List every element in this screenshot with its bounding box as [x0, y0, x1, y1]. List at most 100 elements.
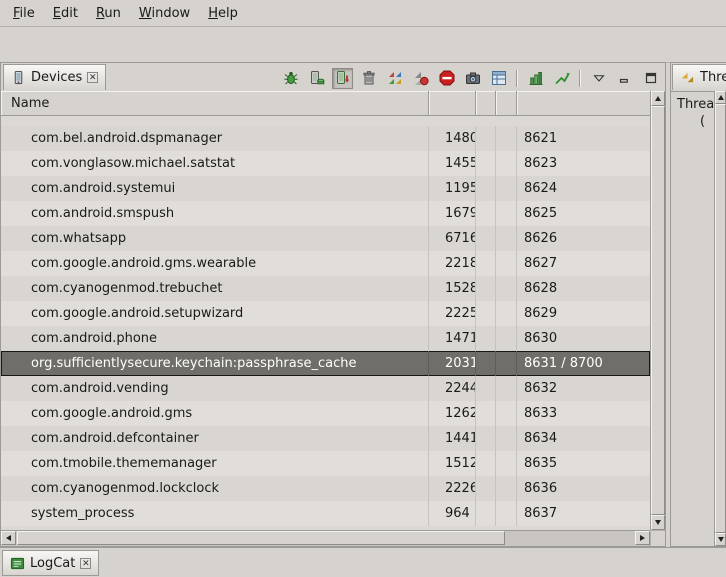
process-row[interactable]: org.sufficientlysecure.keychain:passphra…: [1, 351, 650, 376]
debug-process-icon[interactable]: [280, 68, 301, 89]
process-name: com.google.android.gms: [1, 401, 429, 426]
process-name: com.cyanogenmod.trebuchet: [1, 276, 429, 301]
process-row[interactable]: com.whatsapp 6716 8626: [1, 226, 650, 251]
column-header-port[interactable]: [517, 91, 650, 115]
empty-cell: [476, 501, 496, 526]
logcat-bar: LogCat: [0, 547, 726, 577]
vertical-scrollbar[interactable]: [650, 91, 665, 530]
process-port: 8628: [517, 276, 650, 301]
opengl-trace-icon[interactable]: [551, 68, 572, 89]
process-port: 8624: [517, 176, 650, 201]
empty-cell: [496, 276, 517, 301]
process-row[interactable]: com.google.android.gms 12623 8633: [1, 401, 650, 426]
process-row[interactable]: com.google.android.gms.wearable 22185 86…: [1, 251, 650, 276]
menu-item[interactable]: Help: [199, 2, 247, 25]
threads-vertical-scrollbar[interactable]: [714, 91, 726, 546]
scroll-down-icon[interactable]: [715, 533, 726, 546]
scroll-down-icon[interactable]: [651, 515, 665, 530]
column-header-pid[interactable]: [429, 91, 476, 115]
process-row[interactable]: com.android.phone 1471 8630: [1, 326, 650, 351]
empty-cell: [476, 251, 496, 276]
view-hierarchy-icon[interactable]: [488, 68, 509, 89]
empty-cell: [476, 151, 496, 176]
threads-message-line1: Thread up: [677, 97, 714, 112]
empty-cell: [496, 476, 517, 501]
process-port: 8636: [517, 476, 650, 501]
menu-item[interactable]: Run: [87, 2, 130, 25]
horizontal-scrollbar[interactable]: [1, 530, 650, 546]
tab-threads[interactable]: Threads: [672, 64, 726, 90]
empty-cell: [476, 301, 496, 326]
process-name: com.bel.android.dspmanager: [1, 126, 429, 151]
process-row[interactable]: com.vonglasow.michael.satstat 14553 8623: [1, 151, 650, 176]
scroll-up-icon[interactable]: [651, 91, 665, 106]
screen-capture-icon[interactable]: [462, 68, 483, 89]
process-row[interactable]: com.google.android.setupwizard 22250 862…: [1, 301, 650, 326]
menu-bar: FileEditRunWindowHelp: [0, 0, 726, 27]
process-row[interactable]: com.android.systemui 1195 8624: [1, 176, 650, 201]
empty-cell: [496, 351, 517, 376]
stop-process-icon[interactable]: [436, 68, 457, 89]
process-port: 8630: [517, 326, 650, 351]
process-name: com.android.vending: [1, 376, 429, 401]
horizontal-scroll-thumb[interactable]: [17, 531, 505, 545]
process-row[interactable]: system_process 964 8637: [1, 501, 650, 526]
vertical-scroll-thumb[interactable]: [651, 106, 665, 515]
menu-item[interactable]: Window: [130, 2, 199, 25]
column-header-empty[interactable]: [476, 91, 496, 115]
scroll-left-icon[interactable]: [1, 531, 16, 545]
close-icon[interactable]: [87, 72, 98, 83]
process-row[interactable]: com.android.defcontainer 14411 8634: [1, 426, 650, 451]
process-port: 8632: [517, 376, 650, 401]
tab-devices[interactable]: Devices: [3, 64, 106, 90]
table-header: Name: [1, 91, 650, 116]
tab-devices-label: Devices: [31, 70, 82, 85]
process-pid: 6716: [429, 226, 476, 251]
tab-threads-label: Threads: [700, 70, 726, 85]
menu-item[interactable]: File: [4, 2, 44, 25]
process-name: com.vonglasow.michael.satstat: [1, 151, 429, 176]
view-menu-icon[interactable]: [588, 68, 609, 89]
scrollbar-corner: [650, 530, 665, 546]
vertical-scroll-thumb[interactable]: [715, 104, 726, 533]
empty-cell: [476, 276, 496, 301]
logcat-icon: [10, 556, 25, 571]
dump-hprof-icon[interactable]: [332, 68, 353, 89]
process-name: com.android.systemui: [1, 176, 429, 201]
threads-message-line2: (: [700, 114, 714, 129]
update-heap-icon[interactable]: [306, 68, 327, 89]
process-row[interactable]: com.android.vending 22440 8632: [1, 376, 650, 401]
close-icon[interactable]: [80, 558, 91, 569]
empty-cell: [496, 451, 517, 476]
empty-cell: [496, 226, 517, 251]
empty-cell: [476, 426, 496, 451]
cause-gc-icon[interactable]: [358, 68, 379, 89]
maximize-icon[interactable]: [640, 68, 661, 89]
process-name: system_process: [1, 501, 429, 526]
process-port: 8633: [517, 401, 650, 426]
scroll-up-icon[interactable]: [715, 91, 726, 104]
process-name: com.android.phone: [1, 326, 429, 351]
process-pid: 12623: [429, 401, 476, 426]
process-name: com.cyanogenmod.lockclock: [1, 476, 429, 501]
empty-cell: [496, 426, 517, 451]
scroll-right-icon[interactable]: [635, 531, 650, 545]
method-profiling-icon[interactable]: [410, 68, 431, 89]
process-pid: 1679: [429, 201, 476, 226]
menu-item[interactable]: Edit: [44, 2, 87, 25]
minimize-icon[interactable]: [614, 68, 635, 89]
process-row[interactable]: com.tmobile.thememanager 1512 8635: [1, 451, 650, 476]
process-row[interactable]: com.bel.android.dspmanager 1480 8621: [1, 126, 650, 151]
empty-cell: [496, 126, 517, 151]
column-header-name[interactable]: Name: [1, 91, 429, 115]
update-threads-icon[interactable]: [384, 68, 405, 89]
process-row[interactable]: com.cyanogenmod.trebuchet 1528 8628: [1, 276, 650, 301]
process-row[interactable]: com.android.smspush 1679 8625: [1, 201, 650, 226]
tab-logcat[interactable]: LogCat: [2, 550, 99, 576]
toolbar-separator: [516, 70, 518, 87]
process-row[interactable]: com.cyanogenmod.lockclock 22265 8636: [1, 476, 650, 501]
process-pid: 14411: [429, 426, 476, 451]
column-header-empty[interactable]: [496, 91, 517, 115]
sysinfo-icon[interactable]: [525, 68, 546, 89]
threads-tabbar: Threads: [671, 63, 726, 92]
